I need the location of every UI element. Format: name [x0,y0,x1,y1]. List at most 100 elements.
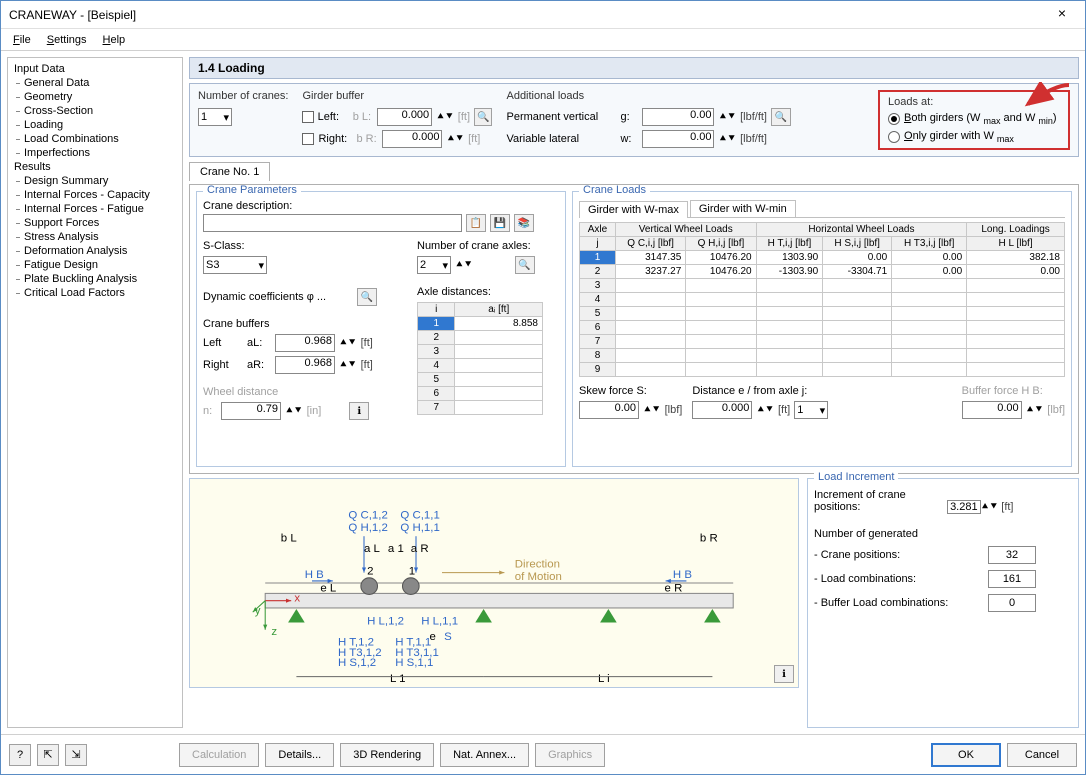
svg-text:2: 2 [367,566,373,578]
crane-library-icon[interactable]: 📚 [514,214,534,232]
radio-both-label: Both girders (W max and W min) [904,112,1057,126]
calculation-button[interactable]: Calculation [179,743,259,767]
tree-deformation[interactable]: Deformation Analysis [10,244,180,258]
aR-unit: [ft] [361,359,373,371]
bR-input[interactable]: 0.000 [382,130,442,148]
inc-input[interactable]: 3.281 [947,500,981,514]
buffer-left-check[interactable] [302,111,313,123]
buf-force-label: Buffer force H B: [962,385,1065,397]
num-axles-dropdown[interactable]: 2▾ [417,256,451,274]
load-comb-label: - Load combinations: [814,573,984,585]
diagram-info-icon[interactable]: ℹ [774,665,794,683]
svg-text:b L: b L [281,533,297,545]
buf-comb-label: - Buffer Load combinations: [814,597,984,609]
svg-text:Q H,1,2: Q H,1,2 [348,522,387,534]
w-label: w: [620,133,638,145]
tree-general-data[interactable]: General Data [10,76,180,90]
radio-both-girders[interactable] [888,113,900,125]
additional-pick-icon[interactable]: 🔍 [771,108,791,126]
crane-copy-icon[interactable]: 📋 [466,214,486,232]
tree-support-forces[interactable]: Support Forces [10,216,180,230]
crane-pos-value: 32 [988,546,1036,564]
w-unit: [lbf/ft] [740,133,767,145]
load-increment-title: Load Increment [814,471,898,483]
tree-imperfections[interactable]: Imperfections [10,146,180,160]
nat-annex-button[interactable]: Nat. Annex... [440,743,529,767]
n-input[interactable]: 0.79 [221,402,281,420]
bR-label: b R: [356,133,378,145]
details-button[interactable]: Details... [265,743,334,767]
wheel-loads-table[interactable]: Axle Vertical Wheel Loads Horizontal Whe… [579,222,1065,377]
cancel-button[interactable]: Cancel [1007,743,1077,767]
bL-input[interactable]: 0.000 [377,108,432,126]
tree-results[interactable]: Results [10,160,180,174]
svg-text:e: e [430,632,436,644]
page-header: 1.4 Loading [189,57,1079,79]
axle-distance-table[interactable]: iaᵢ [ft] 18.858 2 3 4 5 6 7 [417,302,543,415]
tree-internal-capacity[interactable]: Internal Forces - Capacity [10,188,180,202]
help-icon[interactable]: ? [9,744,31,766]
skew-input[interactable]: 0.00 [579,401,639,419]
close-button[interactable]: × [1047,5,1077,25]
svg-text:b R: b R [700,533,718,545]
dyn-coef-label: Dynamic coefficients φ ... [203,291,353,303]
menu-file[interactable]: File [5,32,39,48]
tab-crane-1[interactable]: Crane No. 1 [189,162,270,181]
buf-comb-value: 0 [988,594,1036,612]
tree-cross-section[interactable]: Cross-Section [10,104,180,118]
svg-text:H L,1,2: H L,1,2 [367,616,404,628]
tree-plate-buckling[interactable]: Plate Buckling Analysis [10,272,180,286]
buf-force-input[interactable]: 0.00 [962,401,1022,419]
export-left-icon[interactable]: ⇱ [37,744,59,766]
dist-e-input[interactable]: 0.000 [692,401,752,419]
svg-text:1: 1 [409,566,415,578]
tree-internal-fatigue[interactable]: Internal Forces - Fatigue [10,202,180,216]
n-label: n: [203,405,217,417]
crane-save-icon[interactable]: 💾 [490,214,510,232]
axles-pick-icon[interactable]: 🔍 [515,256,535,274]
w-input[interactable]: 0.00 [642,130,714,148]
svg-text:z: z [271,626,277,638]
graphics-button[interactable]: Graphics [535,743,605,767]
aR-input[interactable]: 0.968 [275,356,335,374]
tree-geometry[interactable]: Geometry [10,90,180,104]
bR-unit: [ft] [468,133,480,145]
g-input[interactable]: 0.00 [642,108,714,126]
menu-settings[interactable]: Settings [39,32,95,48]
top-parameters: Number of cranes: 1▾ Girder buffer Left:… [189,83,1079,157]
tab-wmax[interactable]: Girder with W-max [579,201,688,218]
menu-help[interactable]: Help [95,32,134,48]
tree-input-data[interactable]: Input Data [10,62,180,76]
svg-text:a 1: a 1 [388,543,404,555]
radio-only-wmax[interactable] [888,131,900,143]
tree-loading[interactable]: Loading [10,118,180,132]
dist-axle-dropdown[interactable]: 1▾ [794,401,828,419]
highlight-arrow-icon [1014,82,1074,112]
rendering-button[interactable]: 3D Rendering [340,743,434,767]
sclass-dropdown[interactable]: S3▾ [203,256,267,274]
tree-design-summary[interactable]: Design Summary [10,174,180,188]
buffer-left-pick-icon[interactable]: 🔍 [474,108,492,126]
svg-text:a L: a L [364,543,380,555]
g-unit: [lbf/ft] [740,111,767,123]
aL-input[interactable]: 0.968 [275,334,335,352]
tree-critical-load[interactable]: Critical Load Factors [10,286,180,300]
crane-desc-label: Crane description: [203,200,559,212]
load-comb-value: 161 [988,570,1036,588]
dyn-coef-pick-icon[interactable]: 🔍 [357,288,377,306]
crane-desc-input[interactable] [203,214,462,232]
info-icon[interactable]: ℹ [349,402,369,420]
perm-vert-label: Permanent vertical [506,111,616,123]
svg-text:Q C,1,1: Q C,1,1 [400,510,439,522]
ok-button[interactable]: OK [931,743,1001,767]
tab-wmin[interactable]: Girder with W-min [690,200,796,217]
sclass-label: S-Class: [203,240,403,252]
num-cranes-label: Number of cranes: [198,90,288,102]
num-cranes-dropdown[interactable]: 1▾ [198,108,232,126]
tree-load-combinations[interactable]: Load Combinations [10,132,180,146]
export-right-icon[interactable]: ⇲ [65,744,87,766]
tree-stress-analysis[interactable]: Stress Analysis [10,230,180,244]
buffer-right-check[interactable] [302,133,314,145]
gen-label: Number of generated [814,528,1072,540]
tree-fatigue-design[interactable]: Fatigue Design [10,258,180,272]
